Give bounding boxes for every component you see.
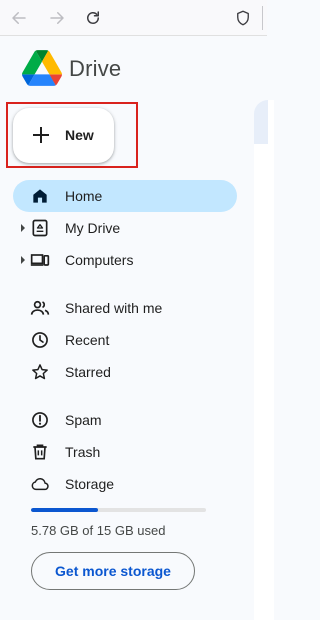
sidebar-item-label: Home <box>65 188 103 204</box>
sidebar-item-label: Computers <box>65 252 134 268</box>
back-arrow-icon[interactable] <box>8 7 30 29</box>
sidebar-item-trash[interactable]: Trash <box>13 436 237 468</box>
browser-toolbar <box>0 0 267 36</box>
sidebar-item-recent[interactable]: Recent <box>13 324 237 356</box>
star-icon <box>30 362 50 382</box>
computers-icon <box>30 250 50 270</box>
sidebar-item-label: Recent <box>65 332 110 348</box>
sidebar-item-shared[interactable]: Shared with me <box>13 292 237 324</box>
cloud-icon <box>30 474 50 494</box>
sidebar-item-label: Storage <box>65 476 115 492</box>
clock-icon <box>30 330 50 350</box>
storage-progress-bar <box>31 508 206 512</box>
shield-icon[interactable] <box>232 7 254 29</box>
sidebar-item-storage[interactable]: Storage <box>13 468 237 500</box>
expand-caret-icon[interactable] <box>21 256 25 264</box>
my-drive-icon <box>30 218 50 238</box>
toolbar-divider <box>262 6 263 30</box>
plus-icon <box>31 125 51 145</box>
reload-icon[interactable] <box>82 7 104 29</box>
storage-progress-fill <box>31 508 99 512</box>
new-button-label: New <box>65 127 94 143</box>
sidebar-item-computers[interactable]: Computers <box>13 244 237 276</box>
spam-icon <box>30 410 50 430</box>
sidebar-item-starred[interactable]: Starred <box>13 356 237 388</box>
trash-icon <box>30 442 50 462</box>
sidebar-item-home[interactable]: Home <box>13 180 237 212</box>
sidebar-item-my-drive[interactable]: My Drive <box>13 212 237 244</box>
shared-icon <box>30 298 50 318</box>
sidebar-item-label: My Drive <box>65 220 121 236</box>
main-content-panel <box>254 100 274 620</box>
storage-usage-text: 5.78 GB of 15 GB used <box>31 523 166 538</box>
app-title: Drive <box>69 56 122 81</box>
home-icon <box>30 186 50 206</box>
sidebar-item-label: Starred <box>65 364 111 380</box>
sidebar-item-label: Shared with me <box>65 300 163 316</box>
sidebar-item-spam[interactable]: Spam <box>13 404 237 436</box>
expand-caret-icon[interactable] <box>21 224 25 232</box>
main-content-header <box>254 100 268 144</box>
forward-arrow-icon[interactable] <box>46 7 68 29</box>
drive-logo-icon[interactable] <box>22 50 62 86</box>
get-more-storage-button[interactable]: Get more storage <box>31 552 195 590</box>
sidebar-item-label: Trash <box>65 444 101 460</box>
sidebar-item-label: Spam <box>65 412 102 428</box>
new-button[interactable]: New <box>13 108 114 163</box>
